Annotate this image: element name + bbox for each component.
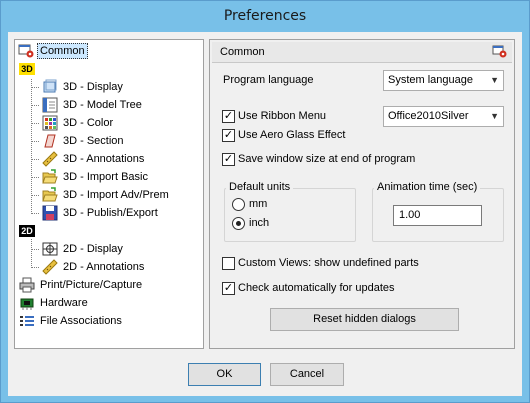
- tree-connector: [31, 105, 39, 106]
- settings-panel-common: Common Program language System language …: [209, 39, 515, 349]
- folder-open-icon: [42, 169, 58, 185]
- tree-item-3d-annotations[interactable]: 3D - Annotations: [42, 150, 146, 168]
- tree-item-common[interactable]: Common: [18, 42, 88, 60]
- tree-item-3d-section[interactable]: 3D - Section: [42, 132, 126, 150]
- common-settings-icon: [492, 45, 508, 59]
- tree-item-2d-annotations[interactable]: 2D - Annotations: [42, 258, 146, 276]
- tree-item-3d-display[interactable]: 3D - Display: [42, 78, 125, 96]
- animation-time-input[interactable]: 1.00: [393, 205, 482, 226]
- tree-item-label: Hardware: [40, 297, 88, 309]
- tree-item-label: Common: [37, 43, 88, 59]
- tree-item-label: 3D - Import Basic: [63, 171, 148, 183]
- chevron-down-icon: ▼: [490, 75, 499, 85]
- cancel-button[interactable]: Cancel: [270, 363, 344, 386]
- tree-item-label: 3D - Model Tree: [63, 99, 142, 111]
- tree-item-3d-import-adv[interactable]: 3D - Import Adv/Prem: [42, 186, 171, 204]
- tree-connector: [31, 177, 39, 178]
- default-units-title: Default units: [226, 181, 294, 193]
- common-settings-icon: [18, 43, 34, 59]
- tree-connector: [31, 159, 39, 160]
- folder-open-icon: [42, 187, 58, 203]
- animation-time-title: Animation time (sec): [374, 181, 481, 193]
- tree-group-2d[interactable]: 2D: [19, 222, 38, 240]
- tree-item-label: 2D - Annotations: [63, 261, 145, 273]
- tree-item-label: 3D - Import Adv/Prem: [63, 189, 169, 201]
- save-window-size-label: Save window size at end of program: [238, 153, 416, 165]
- check-updates-checkbox[interactable]: ✓: [222, 282, 235, 295]
- ruler-icon: [42, 151, 58, 167]
- use-ribbon-checkbox[interactable]: ✓: [222, 110, 235, 123]
- printer-icon: [19, 277, 35, 293]
- color-icon: [42, 115, 58, 131]
- tree-group-3d[interactable]: 3D: [19, 60, 38, 78]
- tree-item-label: 3D - Color: [63, 117, 114, 129]
- window-title: Preferences: [223, 8, 307, 24]
- tree-item-label: File Associations: [40, 315, 122, 327]
- input-value: 1.00: [399, 209, 421, 221]
- unit-inch-label: inch: [249, 217, 270, 229]
- tree-item-hardware[interactable]: Hardware: [19, 294, 90, 312]
- ribbon-style-select[interactable]: Office2010Silver ▼: [383, 106, 504, 127]
- tree-item-2d-display[interactable]: 2D - Display: [42, 240, 125, 258]
- custom-views-checkbox[interactable]: [222, 257, 235, 270]
- select-value: Office2010Silver: [388, 110, 469, 122]
- tree-item-print[interactable]: Print/Picture/Capture: [19, 276, 144, 294]
- display-2d-icon: [42, 241, 58, 257]
- model-tree-icon: [42, 97, 58, 113]
- tree-connector: [31, 123, 39, 124]
- unit-inch-radio[interactable]: [232, 217, 245, 230]
- tree-item-label: 3D - Publish/Export: [63, 207, 158, 219]
- check-updates-label: Check automatically for updates: [238, 282, 395, 294]
- save-window-size-checkbox[interactable]: ✓: [222, 153, 235, 166]
- tree-connector: [31, 213, 39, 214]
- program-language-label: Program language: [223, 74, 314, 86]
- custom-views-label: Custom Views: show undefined parts: [238, 257, 419, 269]
- section-icon: [42, 133, 58, 149]
- tree-connector: [31, 87, 39, 88]
- default-units-group: [224, 188, 356, 242]
- unit-mm-label: mm: [249, 198, 268, 210]
- tree-item-label: 3D - Annotations: [63, 153, 145, 165]
- aero-glass-checkbox[interactable]: ✓: [222, 129, 235, 142]
- tree-connector: [31, 239, 32, 268]
- file-list-icon: [19, 313, 35, 329]
- tree-item-3d-model-tree[interactable]: 3D - Model Tree: [42, 96, 144, 114]
- save-icon: [42, 205, 58, 221]
- chevron-down-icon: ▼: [490, 111, 499, 121]
- tree-item-3d-publish-export[interactable]: 3D - Publish/Export: [42, 204, 160, 222]
- chip-icon: [19, 295, 35, 311]
- 3d-badge-icon: 3D: [19, 63, 35, 75]
- tree-item-label: 3D - Section: [63, 135, 124, 147]
- tree-item-3d-color[interactable]: 3D - Color: [42, 114, 115, 132]
- unit-mm-radio[interactable]: [232, 198, 245, 211]
- tree-item-3d-import-basic[interactable]: 3D - Import Basic: [42, 168, 150, 186]
- tree-item-label: 3D - Display: [63, 81, 123, 93]
- tree-connector: [31, 195, 39, 196]
- preferences-window: Preferences Common 3D 3D - Display 3D - …: [0, 0, 530, 403]
- tree-connector: [31, 249, 39, 250]
- tree-item-label: 2D - Display: [63, 243, 123, 255]
- tree-connector: [31, 267, 39, 268]
- tree-item-file-associations[interactable]: File Associations: [19, 312, 124, 330]
- panel-title: Common: [220, 46, 265, 58]
- preferences-tree[interactable]: Common 3D 3D - Display 3D - Model Tree 3…: [14, 39, 204, 349]
- 2d-badge-icon: 2D: [19, 225, 35, 237]
- reset-hidden-dialogs-button[interactable]: Reset hidden dialogs: [270, 308, 459, 331]
- ruler-icon: [42, 259, 58, 275]
- select-value: System language: [388, 74, 473, 86]
- use-ribbon-label: Use Ribbon Menu: [238, 110, 327, 122]
- display-icon: [42, 79, 58, 95]
- tree-connector: [31, 141, 39, 142]
- program-language-select[interactable]: System language ▼: [383, 70, 504, 91]
- dialog-client-area: Common 3D 3D - Display 3D - Model Tree 3…: [8, 32, 522, 396]
- ok-button[interactable]: OK: [188, 363, 261, 386]
- panel-header: Common: [212, 42, 512, 63]
- tree-item-label: Print/Picture/Capture: [40, 279, 143, 291]
- tree-connector: [31, 79, 32, 214]
- aero-glass-label: Use Aero Glass Effect: [238, 129, 346, 141]
